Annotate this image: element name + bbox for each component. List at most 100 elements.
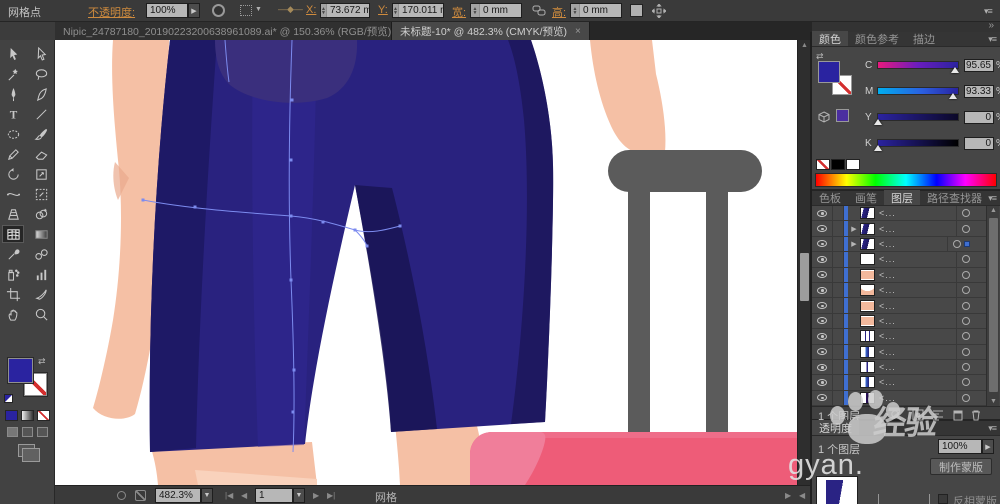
layer-thumbnail[interactable] [860, 284, 875, 297]
channel-value[interactable]: 0 [964, 136, 994, 150]
target-circle-icon[interactable] [962, 224, 970, 233]
status-icon-1[interactable] [117, 491, 126, 500]
screen-mode-icon[interactable] [18, 444, 40, 462]
hand-tool-icon[interactable] [2, 305, 24, 323]
draw-behind-icon[interactable] [22, 427, 33, 437]
lock-cell[interactable] [833, 282, 844, 298]
tab-swatches[interactable]: 色板 [812, 190, 848, 205]
select-similar-dropdown-icon[interactable]: ▼ [255, 6, 262, 13]
eye-icon[interactable] [817, 302, 827, 310]
eye-icon[interactable] [817, 225, 827, 233]
artboard-tool-icon[interactable] [2, 285, 24, 303]
target-circle-icon[interactable] [953, 239, 961, 248]
pencil-tool-icon[interactable] [2, 145, 24, 163]
quill-tool-icon[interactable] [30, 85, 52, 103]
lock-cell[interactable] [833, 206, 844, 221]
canvas-artboard[interactable] [55, 40, 810, 485]
opacity-dropdown-icon[interactable]: ▶ [982, 439, 994, 455]
eye-icon[interactable] [817, 348, 827, 356]
opacity-dropdown-icon[interactable]: ▶ [188, 3, 200, 18]
eraser-tool-icon[interactable] [30, 145, 52, 163]
eye-icon[interactable] [817, 255, 827, 263]
opacity-link[interactable]: 不透明度: [88, 4, 135, 20]
make-mask-button[interactable]: 制作蒙版 [930, 458, 992, 476]
make-clip-mask-icon[interactable] [912, 409, 924, 421]
target-circle-icon[interactable] [962, 332, 970, 341]
magic-wand-tool-icon[interactable] [2, 65, 24, 83]
target-circle-icon[interactable] [962, 270, 970, 279]
perspective-grid-tool-icon[interactable] [2, 205, 24, 223]
zoom-level-field[interactable]: 482.3% [155, 488, 201, 503]
line-tool-icon[interactable] [30, 105, 52, 123]
y-field[interactable]: ▲▼170.011 mm [392, 3, 444, 18]
eye-icon[interactable] [817, 332, 827, 340]
layer-thumbnail[interactable] [860, 376, 875, 389]
invert-mask-checkbox[interactable] [938, 494, 948, 504]
layer-row[interactable]: <... [812, 252, 986, 268]
object-thumbnail[interactable] [816, 476, 858, 504]
layer-row[interactable]: ▶ <... [812, 236, 986, 253]
blend-tool-icon[interactable] [30, 245, 52, 263]
visibility-cell[interactable] [812, 375, 833, 390]
eye-icon[interactable] [817, 317, 827, 325]
target-circle-icon[interactable] [962, 255, 970, 264]
tab-color[interactable]: 颜色 [812, 31, 848, 46]
new-sublayer-icon[interactable] [932, 409, 944, 421]
gamut-color-swatch[interactable] [836, 109, 849, 122]
visibility-cell[interactable] [812, 329, 833, 344]
document-tab-1[interactable]: Nipic_24787180_20190223200638961089.ai* … [55, 22, 392, 40]
eye-icon[interactable] [817, 378, 827, 386]
width-label[interactable]: 宽: [452, 4, 466, 20]
style-swatch-icon[interactable] [630, 4, 643, 17]
lock-cell[interactable] [833, 313, 844, 329]
slider-handle[interactable] [874, 145, 882, 151]
eye-icon[interactable] [817, 209, 827, 217]
lock-cell[interactable] [833, 236, 844, 252]
close-tab-icon[interactable]: × [575, 26, 581, 37]
target-circle-icon[interactable] [962, 286, 970, 295]
gradient-button[interactable] [21, 410, 34, 421]
visibility-cell[interactable] [812, 298, 833, 313]
export-icon[interactable] [135, 490, 146, 501]
lock-cell[interactable] [833, 375, 844, 390]
fill-color-swatch[interactable] [7, 357, 34, 384]
layer-thumbnail[interactable] [860, 268, 875, 281]
target-circle-icon[interactable] [962, 347, 970, 356]
tab-pathfinder[interactable]: 路径查找器 [920, 190, 989, 205]
out-of-gamut-cube-icon[interactable] [818, 111, 830, 126]
opacity-field[interactable]: 100% [146, 3, 188, 18]
layer-thumbnail[interactable] [860, 330, 875, 343]
lasso-tool-icon[interactable] [30, 65, 52, 83]
color-button[interactable] [5, 410, 18, 421]
prev-artboard-icon[interactable]: ◀ [241, 491, 247, 500]
visibility-cell[interactable] [812, 252, 833, 267]
expand-triangle-icon[interactable]: ▶ [848, 225, 860, 233]
selection-tool-icon[interactable] [2, 45, 24, 63]
none-button[interactable] [37, 410, 50, 421]
symbol-sprayer-tool-icon[interactable] [2, 265, 24, 283]
recolor-artwork-icon[interactable] [212, 4, 225, 17]
layers-scrollbar[interactable]: ▲ ▼ [986, 206, 999, 406]
layer-row[interactable]: <... [812, 344, 986, 360]
delete-layer-icon[interactable] [970, 409, 982, 421]
layer-thumbnail[interactable] [860, 222, 875, 235]
layer-row[interactable]: <... [812, 375, 986, 391]
panel-menu-icon[interactable]: ▾≡ [988, 34, 997, 45]
canvas-vertical-scrollbar[interactable]: ▲ [797, 40, 810, 485]
channel-value[interactable]: 95.65 [964, 58, 994, 72]
slider-handle[interactable] [948, 93, 957, 99]
height-field[interactable]: ▲ ▼ 0 mm [570, 3, 622, 18]
visibility-cell[interactable] [812, 359, 833, 375]
scrollbar-thumb[interactable] [989, 218, 998, 392]
eye-icon[interactable] [817, 394, 827, 402]
tab-transparency[interactable]: 透明度 [812, 420, 859, 436]
transparency-opacity-field[interactable]: 100% [938, 439, 982, 455]
layer-thumbnail[interactable] [860, 391, 875, 404]
graph-tool-icon[interactable] [30, 265, 52, 283]
layer-thumbnail[interactable] [860, 345, 875, 358]
default-fill-stroke-icon[interactable] [4, 394, 13, 403]
transform-icon[interactable] [651, 3, 667, 21]
select-similar-icon[interactable] [240, 5, 252, 16]
layer-row[interactable]: <... [812, 267, 986, 283]
visibility-cell[interactable] [812, 206, 833, 221]
